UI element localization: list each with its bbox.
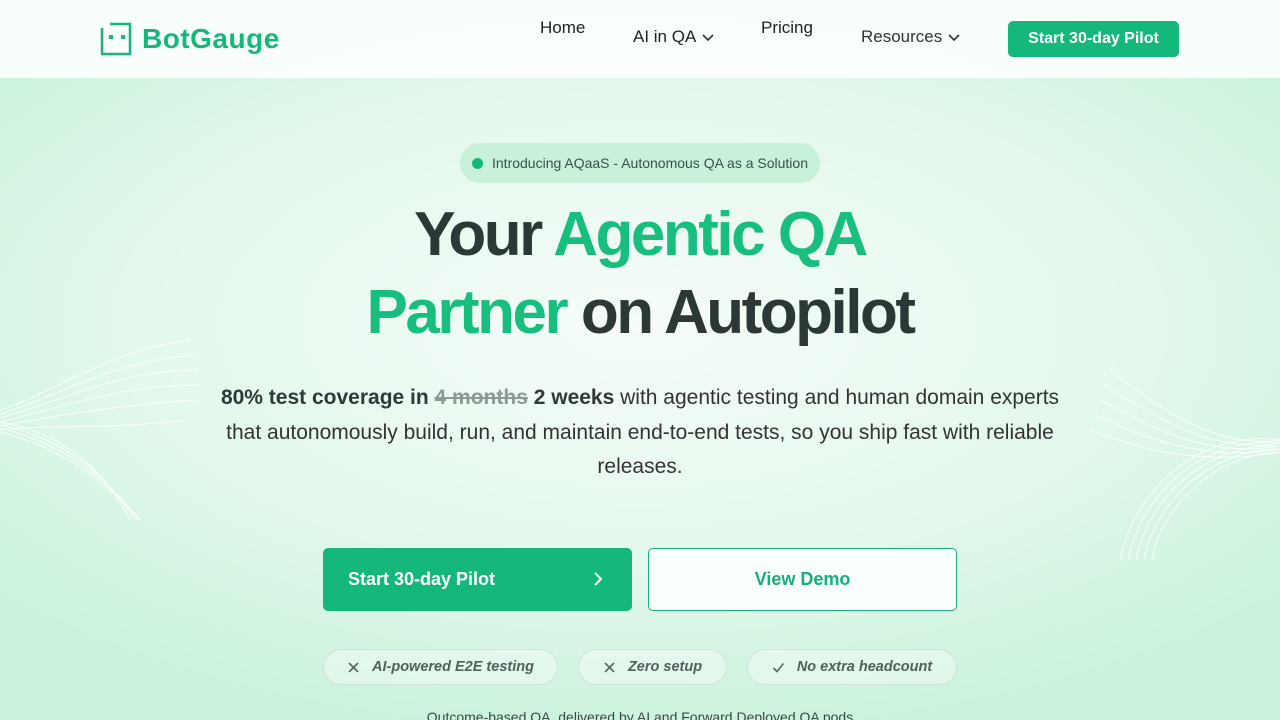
check-icon <box>772 662 784 673</box>
lead-strikethrough: 4 months <box>434 386 528 409</box>
chevron-down-icon <box>948 34 960 42</box>
feature-pill-headcount: No extra headcount <box>747 649 957 685</box>
nav-item-label: Pricing <box>761 18 813 37</box>
pill-label: No extra headcount <box>796 659 933 675</box>
nav-item-ai-in-qa[interactable]: AI in QA <box>633 27 714 47</box>
site-header: BotGauge Home AI in QA Pricing Resources… <box>0 0 1280 78</box>
hero-footnote: Outcome-based QA, delivered by AI and Fo… <box>426 709 854 720</box>
nav-item-label: AI in QA <box>633 27 697 46</box>
start-pilot-button[interactable]: Start 30-day Pilot <box>323 548 632 611</box>
chevron-right-icon <box>594 572 603 586</box>
announcement-badge[interactable]: Introducing AQaaS - Autonomous QA as a S… <box>460 143 820 183</box>
status-dot-icon <box>472 157 483 169</box>
feature-pill-e2e: AI-powered E2E testing <box>323 649 558 685</box>
brand-logo[interactable]: BotGauge <box>100 22 280 56</box>
lead-bold-prefix: 80% test coverage in <box>220 386 435 409</box>
x-icon <box>604 661 615 673</box>
headline-line1-accent: Agentic QA <box>553 200 868 269</box>
pill-label: Zero setup <box>627 659 703 675</box>
nav-item-label: Home <box>540 18 586 37</box>
hero-description: 80% test coverage in 4 months 2 weeks wi… <box>220 381 1060 485</box>
headline-line2-accent: Partner <box>366 278 569 347</box>
nav-item-label: Resources <box>861 27 943 46</box>
badge-label: Introducing AQaaS - Autonomous QA as a S… <box>492 155 808 171</box>
nav-item-resources[interactable]: Resources <box>861 27 960 47</box>
chevron-down-icon <box>702 34 714 42</box>
nav-item-home[interactable]: Home <box>540 18 585 38</box>
header-pilot-button[interactable]: Start 30-day Pilot <box>1008 21 1179 57</box>
view-demo-button[interactable]: View Demo <box>648 548 957 611</box>
brand-name: BotGauge <box>142 23 280 54</box>
feature-pill-zero-setup: Zero setup <box>578 649 727 685</box>
nav-item-pricing[interactable]: Pricing <box>761 18 813 38</box>
start-pilot-label: Start 30-day Pilot <box>348 569 496 589</box>
pill-label: AI-powered E2E testing <box>372 659 534 675</box>
headline-line1-plain: Your <box>414 200 554 269</box>
bot-logo-icon <box>100 22 132 56</box>
headline-line2-plain: on Autopilot <box>566 278 916 347</box>
x-icon <box>348 661 359 673</box>
lead-bold-new: 2 weeks <box>527 386 615 409</box>
hero-headline: Your Agentic QA Partner on Autopilot <box>0 196 1280 352</box>
